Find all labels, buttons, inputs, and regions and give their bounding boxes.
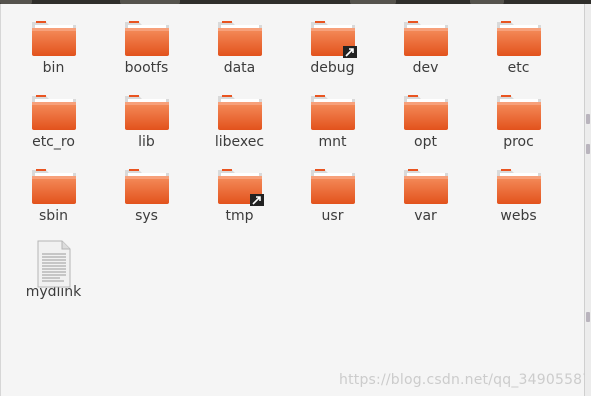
file-name-label: webs	[500, 208, 537, 224]
file-name-label: bin	[42, 60, 65, 76]
folder-item-sys[interactable]: sys	[100, 166, 193, 240]
folder-icon	[309, 166, 357, 206]
folder-icon	[402, 166, 450, 206]
file-name-label: etc	[507, 60, 530, 76]
file-name-label: dev	[412, 60, 439, 76]
file-name-label: etc_ro	[32, 134, 75, 150]
folder-item-lib[interactable]: lib	[100, 92, 193, 166]
folder-item-var[interactable]: var	[379, 166, 472, 240]
folder-item-proc[interactable]: proc	[472, 92, 565, 166]
folder-item-dev[interactable]: dev	[379, 18, 472, 92]
file-name-label: bootfs	[124, 60, 169, 76]
file-name-label: usr	[321, 208, 344, 224]
watermark-text: https://blog.csdn.net/qq_34905587	[339, 372, 591, 388]
folder-icon	[30, 166, 78, 206]
file-name-label: data	[223, 60, 256, 76]
symlink-arrow-icon	[342, 46, 357, 58]
folder-icon	[30, 18, 78, 58]
file-name-label: libexec	[214, 134, 265, 150]
file-name-label: lib	[138, 134, 155, 150]
folder-icon	[216, 18, 264, 58]
file-item-mydlink[interactable]: mydlink	[7, 240, 100, 314]
folder-icon	[402, 92, 450, 132]
folder-item-etc[interactable]: etc	[472, 18, 565, 92]
folder-icon	[402, 18, 450, 58]
folder-icon	[216, 92, 264, 132]
folder-item-bootfs[interactable]: bootfs	[100, 18, 193, 92]
folder-item-opt[interactable]: opt	[379, 92, 472, 166]
folder-item-debug[interactable]: debug	[286, 18, 379, 92]
file-name-label: sbin	[39, 208, 68, 224]
folder-item-usr[interactable]: usr	[286, 166, 379, 240]
folder-item-sbin[interactable]: sbin	[7, 166, 100, 240]
folder-icon	[30, 92, 78, 132]
document-icon	[30, 240, 78, 288]
folder-icon	[123, 166, 171, 206]
file-name-label: mnt	[318, 134, 347, 150]
folder-icon	[123, 18, 171, 58]
folder-icon	[309, 18, 357, 58]
symlink-arrow-icon	[249, 194, 264, 206]
folder-icon	[309, 92, 357, 132]
file-name-label: proc	[503, 134, 534, 150]
folder-item-data[interactable]: data	[193, 18, 286, 92]
folder-item-bin[interactable]: bin	[7, 18, 100, 92]
file-icon-grid: bin bootfs data debug dev etc etc_ro lib…	[7, 18, 565, 314]
folder-icon	[495, 166, 543, 206]
folder-icon	[123, 92, 171, 132]
folder-icon	[216, 166, 264, 206]
file-view-pane: bin bootfs data debug dev etc etc_ro lib…	[0, 4, 591, 396]
file-name-label: sys	[135, 208, 158, 224]
folder-item-tmp[interactable]: tmp	[193, 166, 286, 240]
file-name-label: opt	[414, 134, 437, 150]
folder-item-webs[interactable]: webs	[472, 166, 565, 240]
file-name-label: var	[414, 208, 437, 224]
folder-item-etc-ro[interactable]: etc_ro	[7, 92, 100, 166]
file-name-label: tmp	[225, 208, 254, 224]
folder-icon	[495, 18, 543, 58]
side-panel-strip	[585, 4, 591, 396]
folder-icon	[495, 92, 543, 132]
folder-item-mnt[interactable]: mnt	[286, 92, 379, 166]
file-name-label: debug	[310, 60, 355, 76]
folder-item-libexec[interactable]: libexec	[193, 92, 286, 166]
